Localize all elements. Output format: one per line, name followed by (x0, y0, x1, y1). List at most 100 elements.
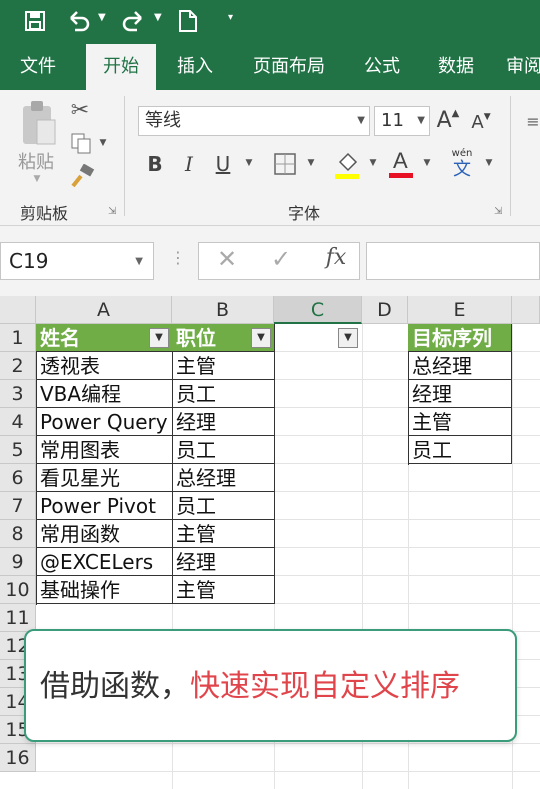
table-header-position[interactable]: 职位 ▼ (172, 324, 275, 352)
column-header-d[interactable]: D (362, 296, 408, 324)
cell-position[interactable]: 员工 (172, 492, 275, 520)
fill-color-icon[interactable] (334, 150, 360, 182)
cell-position[interactable]: 经理 (172, 408, 275, 436)
increase-font-size-icon[interactable]: A▲ (436, 108, 460, 133)
target-item[interactable]: 主管 (408, 408, 512, 436)
copy-icon[interactable] (68, 132, 94, 158)
cell-position[interactable]: 主管 (172, 520, 275, 548)
cell-name[interactable]: 透视表 (36, 352, 173, 380)
cell-position[interactable]: 总经理 (172, 464, 275, 492)
select-all-button[interactable] (0, 296, 36, 324)
cell-name[interactable]: VBA编程 (36, 380, 173, 408)
undo-icon[interactable] (66, 6, 92, 41)
caption-part2: 快速实现自定义排序 (190, 669, 460, 704)
new-file-icon[interactable] (176, 6, 200, 42)
paste-label[interactable]: 粘贴 (14, 148, 58, 174)
row-header[interactable]: 11 (0, 604, 36, 632)
header-label: 姓名 (40, 326, 80, 350)
italic-icon[interactable]: I (178, 152, 200, 176)
tab-data[interactable]: 数据 (428, 44, 484, 90)
filter-dropdown-icon[interactable]: ▼ (149, 328, 169, 348)
formula-input[interactable] (366, 242, 540, 280)
row-header[interactable]: 16 (0, 744, 36, 772)
tab-insert[interactable]: 插入 (166, 44, 224, 90)
decrease-font-size-icon[interactable]: A▼ (470, 112, 492, 133)
row-header[interactable]: 10 (0, 576, 36, 604)
target-item[interactable]: 经理 (408, 380, 512, 408)
phonetic-dropdown-icon[interactable]: ▼ (484, 158, 494, 168)
chevron-down-icon[interactable]: ▼ (135, 244, 143, 280)
table-header-name[interactable]: 姓名 ▼ (36, 324, 173, 352)
cell-name[interactable]: Power Pivot (36, 492, 173, 520)
tab-file[interactable]: 文件 (0, 44, 76, 90)
row-header[interactable]: 7 (0, 492, 36, 520)
bold-icon[interactable]: B (144, 152, 166, 176)
row-header[interactable]: 3 (0, 380, 36, 408)
format-painter-icon[interactable] (68, 163, 96, 190)
row-header[interactable]: 8 (0, 520, 36, 548)
border-icon[interactable] (272, 152, 298, 178)
cell-name[interactable]: Power Query (36, 408, 173, 436)
tab-formulas[interactable]: 公式 (354, 44, 410, 90)
clipboard-launcher-icon[interactable]: ⇲ (108, 206, 116, 217)
font-color-dropdown-icon[interactable]: ▼ (422, 158, 432, 168)
undo-dropdown-icon[interactable]: ▼ (98, 12, 106, 23)
name-box[interactable]: C19 ▼ (0, 242, 154, 280)
cell-position[interactable]: 员工 (172, 380, 275, 408)
font-launcher-icon[interactable]: ⇲ (494, 206, 502, 217)
row-header[interactable]: 4 (0, 408, 36, 436)
customize-qat-icon[interactable]: ▾ (228, 12, 233, 23)
save-icon[interactable] (22, 6, 48, 41)
redo-icon[interactable] (120, 6, 146, 41)
border-dropdown-icon[interactable]: ▼ (306, 158, 316, 168)
target-header[interactable]: 目标序列 (408, 324, 512, 352)
row-header[interactable]: 1 (0, 324, 36, 352)
row-header[interactable]: 9 (0, 548, 36, 576)
font-name-combo[interactable]: 等线 ▼ (138, 106, 370, 136)
row-header[interactable]: 5 (0, 436, 36, 464)
filter-dropdown-icon[interactable]: ▼ (251, 328, 271, 348)
row-header[interactable]: 6 (0, 464, 36, 492)
paste-icon[interactable] (18, 98, 60, 150)
column-header-b[interactable]: B (172, 296, 274, 324)
underline-icon[interactable]: U (212, 152, 234, 176)
cancel-icon[interactable]: ✕ (215, 245, 239, 273)
column-header-e[interactable]: E (408, 296, 512, 324)
phonetic-guide-icon[interactable]: wén 文 (448, 148, 476, 180)
more-icon: ⋮ (170, 248, 186, 267)
column-header-a[interactable]: A (36, 296, 172, 324)
tab-page-layout[interactable]: 页面布局 (244, 44, 334, 90)
insert-function-icon[interactable]: fx (323, 245, 349, 270)
column-header-c[interactable]: C (274, 296, 362, 324)
tab-review[interactable]: 审阅 (506, 44, 540, 90)
cell-position[interactable]: 主管 (172, 352, 275, 380)
cell-position[interactable]: 员工 (172, 436, 275, 464)
cut-icon[interactable]: ✂ (66, 98, 94, 123)
tab-home[interactable]: 开始 (86, 44, 156, 90)
enter-icon[interactable]: ✓ (269, 245, 293, 273)
filter-dropdown-icon[interactable]: ▼ (338, 328, 358, 348)
fill-color-dropdown-icon[interactable]: ▼ (368, 158, 378, 168)
target-item[interactable]: 总经理 (408, 352, 512, 380)
formula-buttons: ✕ ✓ fx (198, 242, 360, 280)
font-group-label: 字体 (288, 204, 321, 223)
row-header[interactable]: 2 (0, 352, 36, 380)
cell-position[interactable]: 主管 (172, 576, 275, 604)
cell-position[interactable]: 经理 (172, 548, 275, 576)
cell-name[interactable]: 看见星光 (36, 464, 173, 492)
cell-name[interactable]: 常用函数 (36, 520, 173, 548)
redo-dropdown-icon[interactable]: ▼ (154, 12, 162, 23)
copy-dropdown-icon[interactable]: ▼ (98, 138, 108, 148)
cell-name[interactable]: 常用图表 (36, 436, 173, 464)
cell-name[interactable]: @EXCELers (36, 548, 173, 576)
paste-dropdown-icon[interactable]: ▼ (30, 174, 44, 184)
align-icon[interactable]: ≡ (526, 112, 540, 131)
underline-dropdown-icon[interactable]: ▼ (244, 158, 254, 168)
font-size-combo[interactable]: 11 ▼ (374, 106, 430, 136)
target-item[interactable]: 员工 (408, 436, 512, 464)
column-header-f[interactable] (512, 296, 540, 324)
chevron-down-icon[interactable]: ▼ (357, 107, 365, 135)
font-color-icon[interactable]: A (388, 148, 414, 182)
chevron-down-icon[interactable]: ▼ (417, 107, 425, 135)
cell-name[interactable]: 基础操作 (36, 576, 173, 604)
